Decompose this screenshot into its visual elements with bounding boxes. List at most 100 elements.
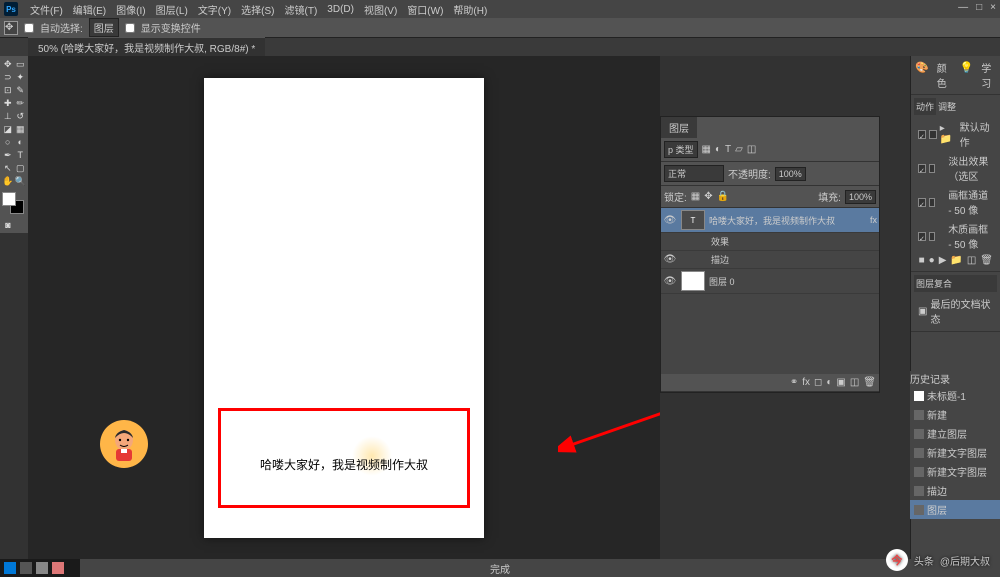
filter-shape-icon[interactable]: ▱	[735, 144, 743, 155]
type-tool[interactable]: T	[15, 149, 27, 161]
layers-tab[interactable]: 图层	[661, 117, 697, 138]
menu-3d[interactable]: 3D(D)	[323, 4, 358, 15]
history-tab[interactable]: 历史记录	[910, 371, 1000, 386]
stop-icon[interactable]: ■	[919, 255, 925, 266]
action-item[interactable]: 画框通道 - 50 像	[914, 185, 997, 219]
comp-tab[interactable]: 图层复合	[914, 275, 997, 292]
fx-badge[interactable]: fx	[870, 215, 877, 225]
maximize-button[interactable]: □	[976, 2, 982, 13]
path-tool[interactable]: ↖	[2, 162, 14, 174]
adjust-tab[interactable]: 调整	[936, 98, 958, 115]
fill-value[interactable]: 100%	[845, 190, 876, 204]
layer-fx-group[interactable]: 效果	[661, 233, 879, 251]
filter-img-icon[interactable]: ▦	[702, 144, 711, 155]
marquee-tool[interactable]: ▭	[15, 58, 27, 70]
new-layer-icon[interactable]: ◫	[850, 377, 859, 388]
del-icon[interactable]: 🗑	[980, 255, 993, 266]
menu-help[interactable]: 帮助(H)	[449, 2, 491, 17]
color-label[interactable]: 颜色	[937, 60, 952, 90]
taskbar-item[interactable]	[52, 562, 64, 574]
heal-tool[interactable]: ✚	[2, 97, 14, 109]
history-brush-tool[interactable]: ↺	[15, 110, 27, 122]
menu-image[interactable]: 图像(I)	[112, 2, 149, 17]
minimize-button[interactable]: —	[958, 2, 968, 13]
move-tool[interactable]: ✥	[2, 58, 14, 70]
adjustment-icon[interactable]: ◐	[826, 377, 832, 388]
lasso-tool[interactable]: ⊃	[2, 71, 14, 83]
show-transform-checkbox[interactable]	[125, 23, 135, 33]
menu-select[interactable]: 选择(S)	[237, 2, 278, 17]
quickmask-tool[interactable]: ◙	[2, 219, 14, 231]
link-icon[interactable]: ⚭	[790, 377, 798, 388]
close-button[interactable]: ×	[990, 2, 996, 13]
document-tab[interactable]: 50% (哈喽大家好，我是视频制作大叔, RGB/8#) *	[28, 37, 265, 57]
history-item[interactable]: 新建	[910, 405, 1000, 424]
dodge-tool[interactable]: ◐	[15, 136, 27, 148]
document[interactable]: 哈喽大家好，我是视频制作大叔	[204, 78, 484, 538]
lock-position-icon[interactable]: ✥	[704, 191, 712, 202]
menu-view[interactable]: 视图(V)	[360, 2, 401, 17]
menu-edit[interactable]: 编辑(E)	[69, 2, 110, 17]
eraser-tool[interactable]: ◪	[2, 123, 14, 135]
wand-tool[interactable]: ✦	[15, 71, 27, 83]
gradient-tool[interactable]: ▦	[15, 123, 27, 135]
learn-icon[interactable]: 💡	[960, 60, 974, 74]
history-item[interactable]: 新建文字图层	[910, 443, 1000, 462]
tool-preset-icon[interactable]: ✥	[4, 21, 18, 35]
shape-tool[interactable]: ▢	[15, 162, 27, 174]
auto-select-target[interactable]: 图层	[89, 18, 119, 37]
menu-window[interactable]: 窗口(W)	[403, 2, 447, 17]
fx-icon[interactable]: fx	[802, 377, 810, 388]
new-set-icon[interactable]: 📁	[950, 255, 962, 266]
play-icon[interactable]: ▶	[939, 255, 947, 266]
visibility-icon[interactable]: 👁	[663, 254, 677, 265]
filter-type-icon[interactable]: T	[725, 144, 731, 155]
layer-name[interactable]: 图层 0	[709, 275, 877, 288]
opacity-value[interactable]: 100%	[775, 167, 806, 181]
layer-fx-stroke[interactable]: 👁 描边	[661, 251, 879, 269]
stamp-tool[interactable]: ⊥	[2, 110, 14, 122]
blur-tool[interactable]: ○	[2, 136, 14, 148]
menu-file[interactable]: 文件(F)	[26, 2, 67, 17]
action-item[interactable]: 淡出效果（选区	[914, 151, 997, 185]
brush-tool[interactable]: ✏	[15, 97, 27, 109]
new-action-icon[interactable]: ◫	[967, 255, 976, 266]
learn-label[interactable]: 学习	[981, 60, 996, 90]
layer-name[interactable]: 哈喽大家好，我是视频制作大叔	[709, 214, 866, 227]
layers-panel[interactable]: 图层 p 类型 ▦ ◐ T ▱ ◫ 正常 不透明度: 100% 锁定: ▦ ✥ …	[660, 116, 880, 393]
taskbar-item[interactable]	[36, 562, 48, 574]
hand-tool[interactable]: ✋	[2, 175, 14, 187]
action-item[interactable]: 木质画框 - 50 像	[914, 219, 997, 253]
menu-layer[interactable]: 图层(L)	[152, 2, 192, 17]
canvas-area[interactable]: 哈喽大家好，我是视频制作大叔	[28, 56, 660, 559]
crop-tool[interactable]: ⊡	[2, 84, 14, 96]
fg-color[interactable]	[2, 192, 16, 206]
history-item[interactable]: 图层	[910, 500, 1000, 519]
zoom-tool[interactable]: 🔍	[15, 175, 27, 187]
visibility-icon[interactable]: 👁	[663, 215, 677, 226]
color-swatches[interactable]	[2, 192, 24, 214]
group-icon[interactable]: ▣	[836, 377, 845, 388]
lock-pixels-icon[interactable]: ▦	[691, 191, 700, 202]
history-item[interactable]: 新建文字图层	[910, 462, 1000, 481]
history-doc[interactable]: 未标题-1	[910, 386, 1000, 405]
lock-all-icon[interactable]: 🔒	[717, 191, 729, 202]
menu-filter[interactable]: 滤镜(T)	[281, 2, 322, 17]
history-item[interactable]: 描边	[910, 481, 1000, 500]
filter-smart-icon[interactable]: ◫	[747, 144, 756, 155]
mask-icon[interactable]: ◻	[814, 377, 822, 388]
layer-text[interactable]: 👁 T 哈喽大家好，我是视频制作大叔 fx	[661, 208, 879, 233]
layer-bg[interactable]: 👁 图层 0	[661, 269, 879, 294]
taskbar-item[interactable]	[20, 562, 32, 574]
layer-filter-kind[interactable]: p 类型	[664, 141, 698, 158]
taskbar-item[interactable]	[4, 562, 16, 574]
delete-icon[interactable]: 🗑	[863, 377, 876, 388]
color-panel-icon[interactable]: 🎨	[915, 60, 929, 74]
auto-select-checkbox[interactable]	[24, 23, 34, 33]
history-item[interactable]: 建立图层	[910, 424, 1000, 443]
menu-type[interactable]: 文字(Y)	[194, 2, 235, 17]
rec-icon[interactable]: ●	[929, 255, 935, 266]
pen-tool[interactable]: ✒	[2, 149, 14, 161]
visibility-icon[interactable]: 👁	[663, 276, 677, 287]
actions-tab[interactable]: 动作	[914, 98, 936, 115]
